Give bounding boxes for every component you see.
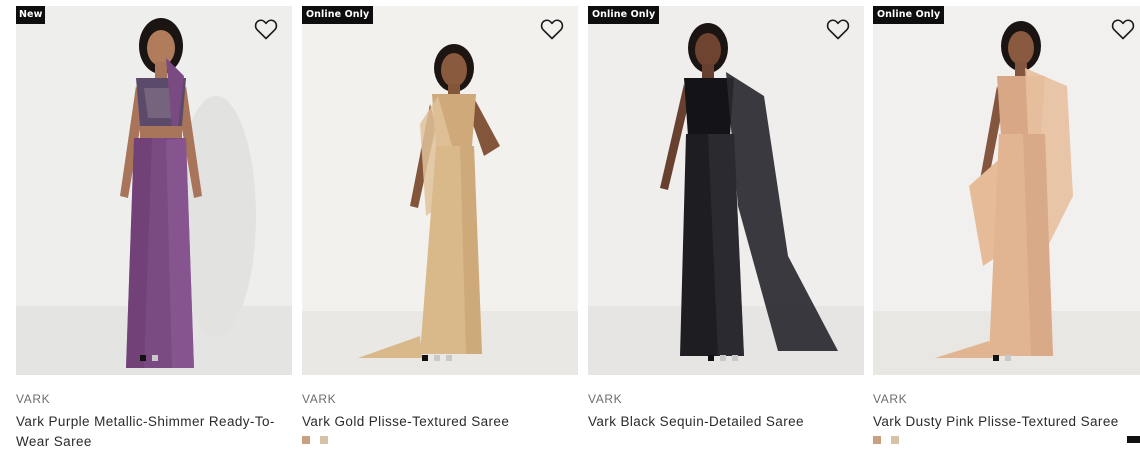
product-name[interactable]: Vark Black Sequin-Detailed Saree [588, 412, 864, 432]
heart-outline-icon[interactable] [254, 18, 278, 40]
image-carousel-dots [422, 355, 452, 361]
online-only-badge: Online Only [302, 6, 374, 24]
product-grid: New VARK Vark Purple Metallic-Shimmer Re… [0, 0, 1140, 450]
product-image[interactable]: Online Only [302, 6, 578, 375]
color-swatches [873, 436, 1140, 444]
online-only-badge: Online Only [588, 6, 660, 24]
carousel-dot[interactable] [152, 355, 158, 361]
carousel-dot[interactable] [720, 355, 726, 361]
model-photo [873, 6, 1140, 375]
image-carousel-dots [140, 355, 158, 361]
carousel-dot[interactable] [446, 355, 452, 361]
product-card[interactable]: Online Only VARK Vark Dusty Pink Plisse-… [873, 6, 1140, 444]
model-photo [588, 6, 864, 375]
carousel-dot[interactable] [140, 355, 146, 361]
carousel-dot[interactable] [422, 355, 428, 361]
color-swatch[interactable] [320, 436, 328, 444]
product-image[interactable]: Online Only [873, 6, 1140, 375]
product-name[interactable]: Vark Gold Plisse-Textured Saree [302, 412, 578, 432]
product-card[interactable]: New VARK Vark Purple Metallic-Shimmer Re… [16, 6, 292, 450]
image-carousel-dots [993, 355, 1011, 361]
product-brand: VARK [302, 392, 337, 406]
scroll-indicator [1127, 436, 1140, 443]
color-swatch[interactable] [302, 436, 310, 444]
new-badge: New [16, 6, 46, 24]
carousel-dot[interactable] [434, 355, 440, 361]
product-name[interactable]: Vark Purple Metallic-Shimmer Ready-To-We… [16, 412, 292, 450]
product-brand: VARK [873, 392, 908, 406]
carousel-dot[interactable] [993, 355, 999, 361]
color-swatches [302, 436, 578, 444]
image-carousel-dots [708, 355, 738, 361]
online-only-badge: Online Only [873, 6, 945, 24]
product-name[interactable]: Vark Dusty Pink Plisse-Textured Saree [873, 412, 1140, 432]
carousel-dot[interactable] [708, 355, 714, 361]
model-photo [302, 6, 578, 375]
heart-outline-icon[interactable] [826, 18, 850, 40]
carousel-dot[interactable] [1005, 355, 1011, 361]
heart-outline-icon[interactable] [540, 18, 564, 40]
heart-outline-icon[interactable] [1111, 18, 1135, 40]
carousel-dot[interactable] [732, 355, 738, 361]
color-swatch[interactable] [891, 436, 899, 444]
product-brand: VARK [16, 392, 51, 406]
product-image[interactable]: New [16, 6, 292, 375]
product-card[interactable]: Online Only VARK Vark Black Sequin-Detai… [588, 6, 864, 432]
color-swatch[interactable] [873, 436, 881, 444]
product-brand: VARK [588, 392, 623, 406]
model-photo [16, 6, 292, 375]
product-image[interactable]: Online Only [588, 6, 864, 375]
product-card[interactable]: Online Only VARK Vark Gold Plisse-Textur… [302, 6, 578, 444]
